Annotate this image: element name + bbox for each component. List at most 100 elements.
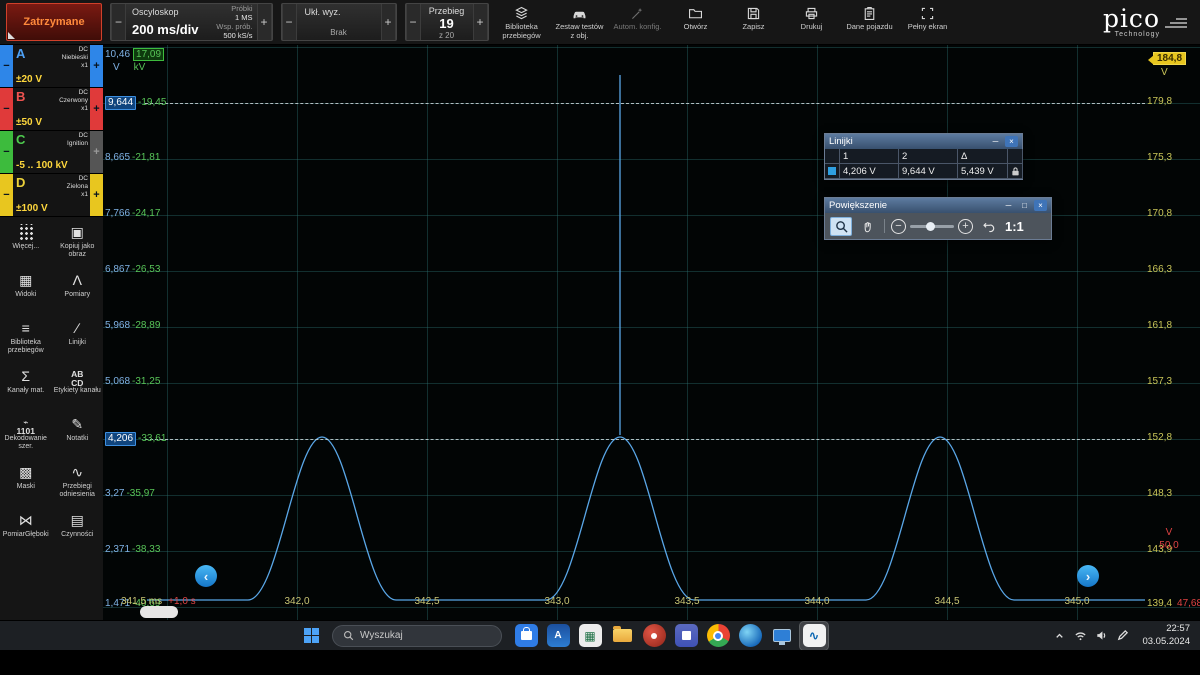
start-button[interactable] — [298, 623, 324, 649]
tool-reference-waveforms[interactable]: ∿ Przebiegi odniesienia — [52, 459, 104, 507]
waveform-next-button[interactable]: + — [472, 4, 488, 40]
open-button[interactable]: Otwórz — [671, 3, 721, 41]
time-scrollbar-thumb[interactable] — [140, 606, 178, 618]
taskbar-clock[interactable]: 22:57 03.05.2024 — [1142, 623, 1190, 648]
rulers-close-button[interactable]: × — [1005, 136, 1018, 147]
tray-pen[interactable] — [1115, 629, 1129, 643]
tool-deepmeasure[interactable]: ⋈ PomiarGłęboki — [0, 507, 52, 555]
samples-value[interactable]: 1 MS — [209, 13, 253, 22]
rulers-panel-title: Linijki — [829, 136, 853, 147]
tray-expand-button[interactable] — [1052, 629, 1066, 643]
tool-measurements[interactable]: Λ Pomiary — [52, 267, 104, 315]
channel-d-decrease-button[interactable]: − — [0, 174, 13, 216]
spreadsheet-icon: ▦ — [578, 624, 602, 647]
save-button[interactable]: Zapisz — [729, 3, 779, 41]
auto-setup-button[interactable]: Autom. konfig. — [613, 3, 663, 41]
channel-b-decrease-button[interactable]: − — [0, 88, 13, 130]
channel-c-decrease-button[interactable]: − — [0, 131, 13, 173]
channel-a-decrease-button[interactable]: − — [0, 45, 13, 87]
taskbar-app-spreadsheet[interactable]: ▦ — [576, 622, 604, 650]
zoom-out-button[interactable]: − — [891, 218, 906, 234]
channel-c-body[interactable]: C DC Ignition -5 .. 100 kV — [13, 131, 90, 173]
stop-button[interactable]: Zatrzymane — [6, 3, 102, 41]
ruler-lock-button[interactable] — [1008, 164, 1023, 179]
taskbar-app-file-explorer[interactable] — [608, 622, 636, 650]
channel-d-panel[interactable]: − D DC Zielona x1 ±100 V + — [0, 174, 103, 217]
pan-tool-button[interactable] — [856, 217, 878, 236]
taskbar-app-store[interactable] — [512, 622, 540, 650]
tool-notes[interactable]: ✎ Notatki — [52, 411, 104, 459]
y-axis-row: 6,867 -26,53 — [105, 264, 161, 275]
tool-more[interactable]: Więcej... — [0, 219, 52, 267]
tool-rulers[interactable]: ∕ Linijki — [52, 315, 104, 363]
trigger-decrease-button[interactable]: − — [281, 4, 297, 40]
y-axis-right-row: 161,8 — [1147, 320, 1173, 331]
rulers-panel-titlebar[interactable]: Linijki ─ × — [825, 134, 1022, 149]
waveform-library-button[interactable]: Biblioteka przebiegów — [497, 3, 547, 41]
taskbar-app-picoscope[interactable]: ∿ — [799, 620, 829, 651]
zoom-select-tool-button[interactable] — [830, 216, 852, 236]
fullscreen-icon — [921, 7, 934, 20]
trigger-increase-button[interactable]: + — [380, 4, 396, 40]
channel-d-increase-button[interactable]: + — [90, 174, 103, 216]
ruler-line-upper[interactable] — [145, 103, 1145, 104]
blue-ruler-handle-lower[interactable]: 4,206 — [105, 432, 137, 446]
tool-serial-decoding[interactable]: ⌁ 1101 Dekodowanie szer. — [0, 411, 52, 459]
zoom-reset-button[interactable] — [977, 217, 999, 236]
taskbar-app-edge[interactable] — [736, 622, 764, 650]
timebase-increase-button[interactable]: + — [256, 4, 272, 40]
channel-a-panel[interactable]: − A DC Niebieski x1 ±20 V + — [0, 45, 103, 88]
tool-actions[interactable]: ▤ Czynności — [52, 507, 104, 555]
timebase-value[interactable]: 200 ms/div — [132, 22, 199, 37]
channel-d-body[interactable]: D DC Zielona x1 ±100 V — [13, 174, 90, 216]
zoom-panel-titlebar[interactable]: Powiększenie ─ □ × — [825, 198, 1051, 213]
zoom-slider[interactable] — [910, 221, 954, 231]
tool-math-channels[interactable]: Σ Kanały mat. — [0, 363, 52, 411]
ruler-line-lower[interactable] — [145, 439, 1145, 440]
timebase-decrease-button[interactable]: − — [111, 4, 126, 40]
tool-channel-labels[interactable]: AB CD Etykiety kanału — [52, 363, 104, 411]
scope-view[interactable]: 10,46 17,09 VkV 9,644 -19,45 8,665 -21,81 7… — [103, 45, 1200, 620]
scroll-left-button[interactable]: ‹ — [195, 565, 217, 587]
zoom-minimize-button[interactable]: ─ — [1002, 200, 1015, 211]
fullscreen-button[interactable]: Pełny ekran — [903, 3, 953, 41]
zoom-slider-handle[interactable] — [926, 221, 935, 231]
channel-a-body[interactable]: A DC Niebieski x1 ±20 V — [13, 45, 90, 87]
channel-c-panel[interactable]: − C DC Ignition -5 .. 100 kV + — [0, 131, 103, 174]
vehicle-data-button[interactable]: Dane pojazdu — [845, 3, 895, 41]
tray-wifi[interactable] — [1073, 629, 1087, 643]
guided-tests-button[interactable]: Zestaw testów z obj. — [555, 3, 605, 41]
logo-swoosh-icon — [1165, 18, 1187, 28]
tool-waveform-library[interactable]: ≡ Biblioteka przebiegów — [0, 315, 52, 363]
guided-test-car-icon — [573, 11, 586, 19]
blue-ruler-handle-upper[interactable]: 9,644 — [105, 96, 137, 110]
taskbar-app-chrome[interactable] — [704, 622, 732, 650]
channel-c-increase-button[interactable]: + — [90, 131, 103, 173]
channel-b-increase-button[interactable]: + — [90, 88, 103, 130]
zoom-maximize-button[interactable]: □ — [1018, 200, 1031, 211]
yellow-ruler-handle[interactable]: 184,8 — [1153, 52, 1187, 65]
rulers-minimize-button[interactable]: ─ — [989, 136, 1002, 147]
y-axis-green-unit: kV — [133, 62, 146, 73]
y-axis-right-row: 179,8 — [1147, 96, 1173, 107]
taskbar-app-display[interactable] — [768, 622, 796, 650]
tool-label: Widoki — [15, 291, 37, 298]
channel-a-increase-button[interactable]: + — [90, 45, 103, 87]
trigger-mode-value[interactable]: Brak — [305, 28, 373, 37]
taskbar-app-remote[interactable]: A — [544, 622, 572, 650]
tool-copy-as-image[interactable]: ▣ Kopiuj jako obraz — [52, 219, 104, 267]
channel-b-body[interactable]: B DC Czerwony x1 ±50 V — [13, 88, 90, 130]
zoom-in-button[interactable]: + — [958, 218, 973, 234]
waveform-prev-button[interactable]: − — [405, 4, 421, 40]
zoom-close-button[interactable]: × — [1034, 200, 1047, 211]
tool-views[interactable]: ▦ Widoki — [0, 267, 52, 315]
green-ruler-handle[interactable]: 17,09 — [133, 48, 165, 61]
taskbar-app-gimp[interactable] — [640, 622, 668, 650]
tray-volume[interactable] — [1094, 629, 1108, 643]
print-button[interactable]: Drukuj — [787, 3, 837, 41]
channel-b-panel[interactable]: − B DC Czerwony x1 ±50 V + — [0, 88, 103, 131]
taskbar-app-photos[interactable] — [672, 622, 700, 650]
taskbar-search[interactable]: Wyszukaj — [332, 624, 502, 647]
tool-masks[interactable]: ▩ Maski — [0, 459, 52, 507]
scroll-right-button[interactable]: › — [1077, 565, 1099, 587]
